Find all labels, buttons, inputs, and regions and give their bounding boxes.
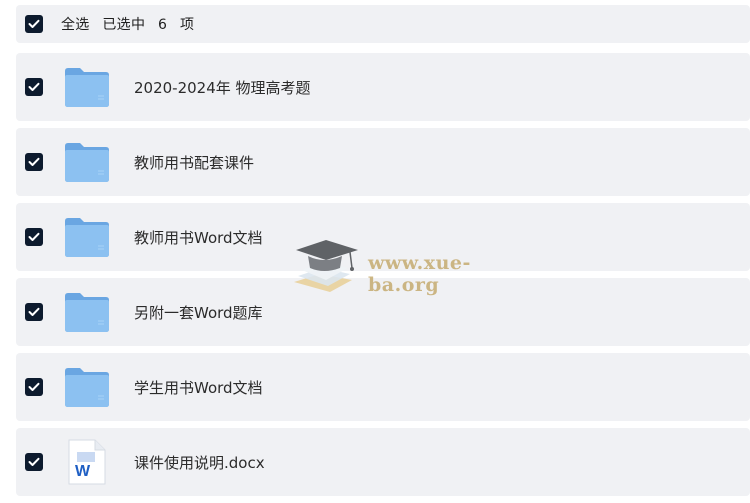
checkmark-icon bbox=[28, 19, 40, 28]
select-all-label[interactable]: 全选 bbox=[61, 17, 90, 33]
file-row[interactable]: 学生用书Word文档 bbox=[16, 353, 750, 421]
row-checkbox[interactable] bbox=[25, 453, 43, 471]
file-name[interactable]: 教师用书配套课件 bbox=[134, 152, 254, 173]
select-all-bar: 全选 已选中 6 项 bbox=[16, 5, 750, 43]
folder-icon bbox=[63, 64, 111, 110]
selection-summary: 全选 已选中 6 项 bbox=[61, 14, 202, 34]
file-row[interactable]: W 课件使用说明.docx bbox=[16, 428, 750, 496]
unit-label: 项 bbox=[180, 17, 195, 33]
file-row[interactable]: 另附一套Word题库 bbox=[16, 278, 750, 346]
checkmark-icon bbox=[28, 82, 40, 91]
checkmark-icon bbox=[28, 382, 40, 391]
row-checkbox[interactable] bbox=[25, 303, 43, 321]
file-name[interactable]: 另附一套Word题库 bbox=[134, 302, 263, 323]
file-list-panel: 全选 已选中 6 项 2020-2024年 物理高考题 教师用书配套课件 教师用… bbox=[0, 0, 750, 503]
file-name[interactable]: 2020-2024年 物理高考题 bbox=[134, 77, 311, 98]
file-name[interactable]: 教师用书Word文档 bbox=[134, 227, 263, 248]
file-name[interactable]: 学生用书Word文档 bbox=[134, 377, 263, 398]
row-checkbox[interactable] bbox=[25, 78, 43, 96]
checkmark-icon bbox=[28, 457, 40, 466]
folder-icon bbox=[63, 139, 111, 185]
checkmark-icon bbox=[28, 157, 40, 166]
word-document-icon: W bbox=[63, 439, 111, 485]
checkmark-icon bbox=[28, 232, 40, 241]
selected-count: 6 bbox=[158, 17, 168, 33]
folder-icon bbox=[63, 364, 111, 410]
row-checkbox[interactable] bbox=[25, 228, 43, 246]
select-all-checkbox[interactable] bbox=[25, 15, 43, 33]
folder-icon bbox=[63, 214, 111, 260]
checkmark-icon bbox=[28, 307, 40, 316]
svg-text:W: W bbox=[75, 463, 91, 480]
selected-label: 已选中 bbox=[102, 17, 146, 33]
file-row[interactable]: 2020-2024年 物理高考题 bbox=[16, 53, 750, 121]
file-row[interactable]: 教师用书Word文档 bbox=[16, 203, 750, 271]
row-checkbox[interactable] bbox=[25, 378, 43, 396]
row-checkbox[interactable] bbox=[25, 153, 43, 171]
file-name[interactable]: 课件使用说明.docx bbox=[134, 452, 265, 473]
folder-icon bbox=[63, 289, 111, 335]
file-row[interactable]: 教师用书配套课件 bbox=[16, 128, 750, 196]
